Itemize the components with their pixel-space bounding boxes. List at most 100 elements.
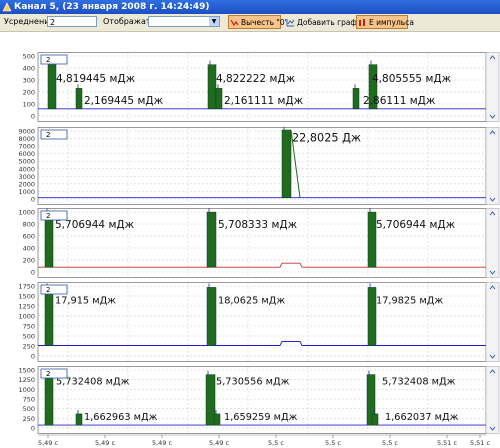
- channel-label: 2: [46, 56, 50, 64]
- chart-panel-3: 1000 800 600 400 200 0 5,706944 мДж 5,708333 мД…: [0, 208, 500, 278]
- channel-label: 2: [46, 286, 50, 294]
- y-tick-label: 200: [23, 257, 35, 265]
- chart-svg: 1750 1500 1250 1000 750 500 250 0 17,915 мДж 18,0…: [18, 282, 500, 362]
- subtract-icon: [230, 19, 239, 27]
- title-bar: Канал 5, (23 января 2008 г. 14:24:49): [0, 0, 500, 14]
- channel-label-box[interactable]: [40, 284, 68, 295]
- channel-label: 2: [46, 212, 50, 220]
- pulse-bar: [207, 64, 217, 110]
- pulse-bar: [215, 88, 223, 110]
- energy-annotation: 2,169445 мДж: [84, 95, 164, 107]
- energy-annotation: 5,730556 мДж: [216, 376, 290, 387]
- y-tick-label: 250: [23, 415, 35, 423]
- y-tick-label: 500: [23, 333, 35, 341]
- channel-label: 2: [46, 370, 50, 378]
- y-tick-label: 400: [23, 65, 35, 73]
- pulse-energy-icon: [359, 19, 365, 26]
- channel-label-box[interactable]: [40, 129, 68, 140]
- energy-annotation: 1,659259 мДж: [224, 412, 298, 423]
- y-tick-label: 0: [31, 113, 35, 121]
- plot-frame: [37, 52, 487, 122]
- channel-label: 2: [46, 131, 50, 139]
- subtract-zero-button[interactable]: Вычесть "0": [228, 15, 288, 29]
- energy-annotation: 5,708333 мДж: [218, 219, 298, 231]
- time-axis: 5,49 с 5,49 с 5,49 с 5,49 с 5,5 с 5,5 с 5,5 с 5…: [38, 434, 491, 447]
- panel-scrollbar[interactable]: [485, 282, 500, 362]
- x-tick-label: 5,51 с: [437, 439, 458, 447]
- y-tick-label: 1750: [18, 283, 35, 291]
- panel-scrollbar[interactable]: [485, 366, 500, 434]
- y-tick-label: 300: [23, 77, 35, 85]
- x-tick-label: 5,5 с: [325, 439, 341, 447]
- x-tick-label: 5,51 с: [470, 439, 491, 447]
- pulse-bar: [352, 88, 360, 110]
- x-tick-label: 5,49 с: [38, 439, 59, 447]
- pulse-bar: [44, 374, 54, 426]
- energy-annotation: 17,9825 мДж: [376, 296, 443, 307]
- pulse-bar: [205, 374, 216, 426]
- pulse-bar: [213, 413, 221, 426]
- y-tick-label: 1250: [18, 376, 35, 384]
- channel-label-box[interactable]: [40, 54, 68, 65]
- display-select[interactable]: ▼: [148, 16, 220, 27]
- energy-annotation: 18,0625 мДж: [218, 296, 285, 307]
- x-tick-label: 5,5 с: [382, 439, 398, 447]
- panel-scrollbar[interactable]: [485, 127, 500, 205]
- y-tick-label: 800: [23, 221, 35, 229]
- channel-label-box[interactable]: [40, 368, 68, 379]
- subtract-zero-label: Вычесть "0": [241, 18, 289, 27]
- y-tick-label: 750: [23, 396, 35, 404]
- y-tick-label: 400: [23, 245, 35, 253]
- x-tick-label: 5,49 с: [95, 439, 116, 447]
- pulse-bar: [281, 129, 292, 198]
- y-tick-label: 250: [23, 343, 35, 351]
- y-tick-label: 0: [31, 269, 35, 277]
- energy-annotation: 22,8025 Дж: [292, 131, 361, 144]
- smoothing-input[interactable]: 2: [47, 16, 97, 27]
- y-tick-label: 200: [23, 89, 35, 97]
- pulse-energy-button[interactable]: Е импульса: [356, 15, 414, 29]
- energy-annotation: 1,662963 мДж: [84, 412, 158, 423]
- energy-annotation: 5,706944 мДж: [55, 219, 135, 231]
- pulse-bar: [44, 287, 54, 346]
- pulse-bar: [75, 413, 83, 426]
- y-tick-label: 1000: [18, 386, 35, 394]
- energy-annotation: 4,805555 мДж: [372, 73, 452, 85]
- x-tick-label: 5,5 с: [268, 439, 284, 447]
- energy-annotation: 4,822222 мДж: [216, 73, 296, 85]
- y-tick-label: 1000: [18, 313, 35, 321]
- y-tick-label: 500: [23, 53, 35, 61]
- chart-panel-2: 9000 8000 7000 6000 5000 4000 3000 2000 1000 0 22,…: [0, 127, 500, 205]
- energy-annotation: 2,161111 мДж: [224, 95, 304, 107]
- y-tick-label: 600: [23, 233, 35, 241]
- chevron-down-icon: ▼: [209, 17, 219, 26]
- chart-svg: 500 400 300 200 100 0 4,819445 мДж 2,169445 мДж…: [23, 52, 500, 122]
- channel-label-box[interactable]: [40, 210, 68, 221]
- panel-scrollbar[interactable]: [485, 52, 500, 122]
- pulse-bar: [75, 88, 83, 110]
- energy-annotation: 1,662037 мДж: [385, 412, 459, 423]
- panel-scrollbar[interactable]: [485, 208, 500, 278]
- energy-annotation: 5,732408 мДж: [382, 376, 456, 387]
- y-tick-label: 750: [23, 323, 35, 331]
- energy-annotation: 2,86111 мДж: [363, 95, 436, 107]
- energy-annotation: 17,915 мДж: [55, 296, 116, 307]
- plot-frame: [37, 127, 487, 205]
- y-tick-label: 0: [31, 353, 35, 361]
- y-tick-label: 1000: [18, 209, 35, 217]
- chart-svg: 1000 800 600 400 200 0 5,706944 мДж 5,708333 мД…: [18, 208, 500, 278]
- y-tick-label: 0: [31, 196, 35, 204]
- y-tick-label: 0: [31, 425, 35, 433]
- y-tick-label: 500: [23, 405, 35, 413]
- toolbar: Усреднение: 2 Отображать: ▼ Вычесть "0" …: [0, 14, 500, 32]
- energy-annotation: 4,819445 мДж: [56, 73, 136, 85]
- pulse-bar: [371, 413, 379, 426]
- app-icon: [2, 2, 12, 12]
- energy-annotation: 5,706944 мДж: [376, 219, 456, 231]
- x-tick-label: 5,49 с: [152, 439, 173, 447]
- chart-panel-4: 1750 1500 1250 1000 750 500 250 0 17,915 мДж 18,0…: [0, 282, 500, 362]
- y-tick-label: 1500: [18, 293, 35, 301]
- y-tick-label: 1500: [18, 367, 35, 375]
- pulse-bar: [367, 211, 377, 268]
- add-chart-button[interactable]: Добавить график: [284, 15, 366, 29]
